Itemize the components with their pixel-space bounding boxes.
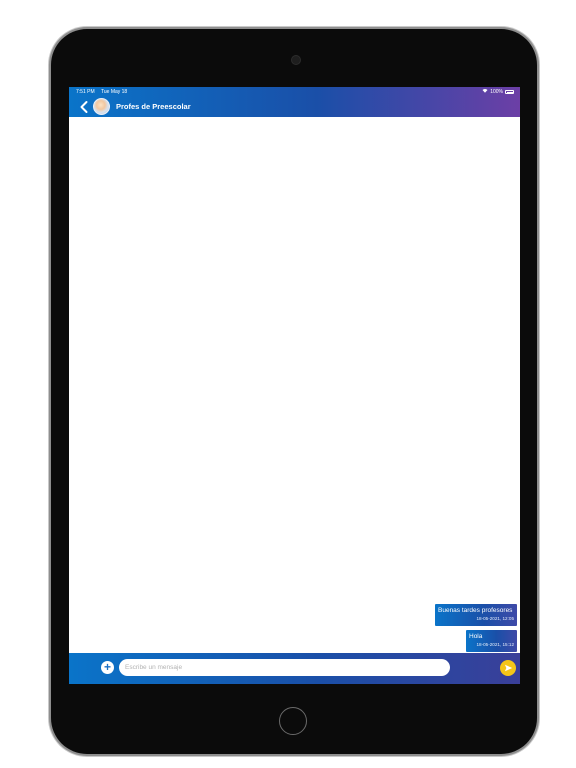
battery-icon	[505, 90, 514, 94]
home-button[interactable]	[279, 707, 307, 735]
battery-percent: 100%	[490, 89, 503, 95]
status-time: 7:51 PM	[76, 89, 95, 95]
message-input[interactable]	[119, 659, 450, 676]
wifi-icon	[482, 87, 488, 97]
message-text: Hola	[469, 633, 483, 640]
composer-bar: +	[69, 653, 520, 684]
status-bar: 7:51 PM Tue May 18 100%	[69, 87, 520, 97]
message-list: Buenas tardes profesores 18-05-2021, 12:…	[69, 117, 520, 653]
message-text: Buenas tardes profesores	[438, 607, 513, 614]
app-screen: 7:51 PM Tue May 18 100% Profes de Preesc…	[69, 87, 520, 684]
message-bubble[interactable]: Hola 18-05-2021, 15:12	[466, 630, 517, 652]
nav-row: Profes de Preescolar	[69, 97, 520, 117]
front-camera	[291, 55, 301, 65]
status-date: Tue May 18	[101, 89, 128, 95]
group-avatar[interactable]	[93, 98, 110, 115]
status-indicators: 100%	[482, 87, 514, 97]
send-arrow-icon	[504, 659, 513, 677]
message-bubble[interactable]: Buenas tardes profesores 18-05-2021, 12:…	[435, 604, 517, 626]
chat-header: 7:51 PM Tue May 18 100% Profes de Preesc…	[69, 87, 520, 117]
back-chevron-icon[interactable]	[78, 100, 90, 114]
plus-icon: +	[103, 660, 111, 674]
group-title[interactable]: Profes de Preescolar	[116, 102, 191, 111]
add-attachment-button[interactable]: +	[101, 661, 114, 674]
message-timestamp: 18-05-2021, 12:05	[476, 616, 514, 621]
message-timestamp: 18-05-2021, 15:12	[476, 642, 514, 647]
send-button[interactable]	[500, 660, 516, 676]
